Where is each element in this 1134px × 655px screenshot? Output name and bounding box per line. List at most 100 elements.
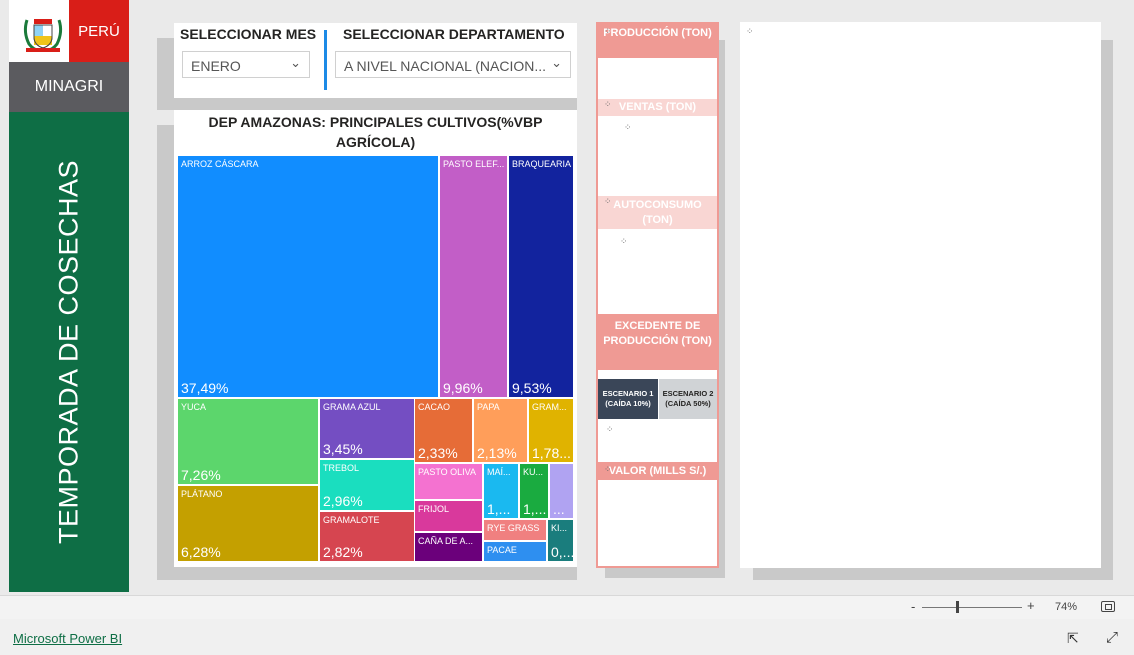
treemap-tile[interactable]: PASTO ELEF... 9,96% [439,155,508,398]
treemap-tile-value: ... [553,501,565,517]
treemap-tile[interactable]: CACAO 2,33% [414,398,473,463]
empty-visual: ⁘ [740,22,1101,568]
slicer-divider [324,30,327,90]
treemap-tile-label: PASTO ELEF... [443,159,505,169]
treemap-tile[interactable]: YUCA 7,26% [177,398,319,485]
chevron-down-icon: ⌄ [290,55,301,70]
title-band: TEMPORADA DE COSECHAS [9,112,129,592]
kpi-panel: PRODUCCIÓN (TON) ⁘ VENTAS (TON) ⁘ ⁘ AUTO… [596,22,719,568]
treemap-tile[interactable]: PLÁTANO 6,28% [177,485,319,562]
zoom-slider-thumb[interactable] [956,601,959,613]
zoom-in-button[interactable]: + [1027,598,1035,613]
treemap-tile[interactable]: ARROZ CÁSCARA 37,49% [177,155,439,398]
loading-dots-icon: ⁘ [620,236,627,246]
brand-panel: PERÚ MINAGRI TEMPORADA DE COSECHAS [9,0,129,592]
treemap-tile-value: 7,26% [181,467,221,483]
loading-dots-icon: ⁘ [604,196,611,206]
treemap-tile-label: GRAMA AZUL [323,402,381,412]
loading-dots-icon: ⁘ [604,26,611,36]
treemap-tile[interactable]: PACAE [483,541,547,562]
treemap-tile-value: 9,53% [512,380,552,396]
share-icon[interactable]: ⇱ [1067,630,1079,647]
department-slicer-label: SELECCIONAR DEPARTAMENTO [343,26,565,42]
month-slicer-label: SELECCIONAR MES [180,26,317,42]
treemap-tile-label: PAPA [477,402,500,412]
treemap-tile-value: 6,28% [181,544,221,560]
treemap-tile-label: PACAE [487,545,517,555]
treemap-tile[interactable]: KU... 1,... [519,463,549,519]
month-dropdown[interactable]: ENERO ⌄ [182,51,310,78]
chevron-down-icon: ⌄ [551,55,562,70]
treemap-tile[interactable]: ... [549,463,574,519]
treemap-tile[interactable]: RYE GRASS [483,519,547,541]
report-canvas: PERÚ MINAGRI TEMPORADA DE COSECHAS SELEC… [0,0,1134,595]
fullscreen-icon[interactable]: ⤢ [1106,629,1118,646]
treemap-tile[interactable]: TREBOL 2,96% [319,459,415,511]
treemap-tile[interactable]: PASTO OLIVA [414,463,483,500]
treemap-tile-label: KI... [551,523,568,533]
treemap-tile[interactable]: FRIJOL [414,500,483,532]
treemap-tile[interactable]: CAÑA DE A... [414,532,483,562]
treemap-tile[interactable]: BRAQUEARIA 9,53% [508,155,574,398]
treemap-tile[interactable]: GRAMA AZUL 3,45% [319,398,415,459]
treemap-tile-value: 2,33% [418,445,458,461]
loading-dots-icon: ⁘ [604,464,611,474]
treemap-tile-label: GRAM... [532,402,567,412]
zoom-bar: - + 74% [0,595,1134,619]
treemap-tile-value: 1,78... [532,445,571,461]
escenario-1-button[interactable]: ESCENARIO 1 (CAÍDA 10%) [598,379,658,419]
escenario-2-button[interactable]: ESCENARIO 2 (CAÍDA 50%) [659,379,717,419]
autoconsumo-header: AUTOCONSUMO (TON) [598,196,717,229]
treemap-tile-value: 9,96% [443,380,483,396]
treemap-tile-value: 1,... [523,501,547,517]
treemap-tile-label: GRAMALOTE [323,515,380,525]
treemap-title: DEP AMAZONAS: PRINCIPALES CULTIVOS(%VBP … [208,114,543,150]
treemap-tile-value: 0,... [551,544,574,560]
fit-to-page-icon[interactable] [1101,601,1115,612]
treemap-tile-value: 2,82% [323,544,363,560]
zoom-out-button[interactable]: - [911,599,915,614]
treemap-tile[interactable]: KI... 0,... [547,519,574,562]
footer-bar: Microsoft Power BI ⇱ ⤢ [0,619,1134,655]
slicer-card: SELECCIONAR MES ENERO ⌄ SELECCIONAR DEPA… [174,23,577,98]
department-dropdown-value: A NIVEL NACIONAL (NACION... [344,58,547,74]
treemap-tile[interactable]: PAPA 2,13% [473,398,528,463]
treemap-tile-value: 2,13% [477,445,517,461]
treemap-tile-value: 37,49% [181,380,229,396]
treemap-card: DEP AMAZONAS: PRINCIPALES CULTIVOS(%VBP … [174,110,577,567]
zoom-level: 74% [1055,601,1078,613]
treemap-tile-label: CACAO [418,402,451,412]
treemap-tile-label: PLÁTANO [181,489,223,499]
treemap-tile-label: MAÍ... [487,467,511,477]
treemap-tile[interactable]: MAÍ... 1,... [483,463,519,519]
loading-dots-icon: ⁘ [604,99,611,109]
treemap-tile-label: ARROZ CÁSCARA [181,159,259,169]
peru-coat-of-arms-icon [23,19,63,52]
excedente-header: EXCEDENTE DE PRODUCCIÓN (TON) [598,314,717,370]
treemap-tile-label: PASTO OLIVA [418,467,477,477]
produccion-header: PRODUCCIÓN (TON) [598,24,717,58]
brand-header: PERÚ [9,0,129,62]
country-label: PERÚ [69,0,129,62]
loading-dots-icon: ⁘ [606,424,613,434]
treemap-tile-label: BRAQUEARIA [512,159,572,169]
zoom-slider-track[interactable] [922,607,1022,608]
treemap-tile-value: 3,45% [323,441,363,457]
month-dropdown-value: ENERO [191,58,241,74]
power-bi-link[interactable]: Microsoft Power BI [13,631,122,646]
treemap-tile-label: CAÑA DE A... [418,536,474,546]
ministry-label: MINAGRI [9,62,129,112]
treemap-tile-label: FRIJOL [418,504,450,514]
treemap-tile[interactable]: GRAM... 1,78... [528,398,574,463]
treemap-tile-value: 1,... [487,501,511,517]
loading-dots-icon: ⁘ [746,26,753,36]
department-dropdown[interactable]: A NIVEL NACIONAL (NACION... ⌄ [335,51,571,78]
treemap-tile-label: YUCA [181,402,207,412]
loading-dots-icon: ⁘ [624,122,631,132]
page-title: TEMPORADA DE COSECHAS [53,159,84,545]
treemap-tile-value: 2,96% [323,493,363,509]
treemap-tile-label: KU... [523,467,544,477]
treemap-tile-label: RYE GRASS [487,523,540,533]
treemap-tile[interactable]: GRAMALOTE 2,82% [319,511,415,562]
treemap-tile-label: TREBOL [323,463,360,473]
